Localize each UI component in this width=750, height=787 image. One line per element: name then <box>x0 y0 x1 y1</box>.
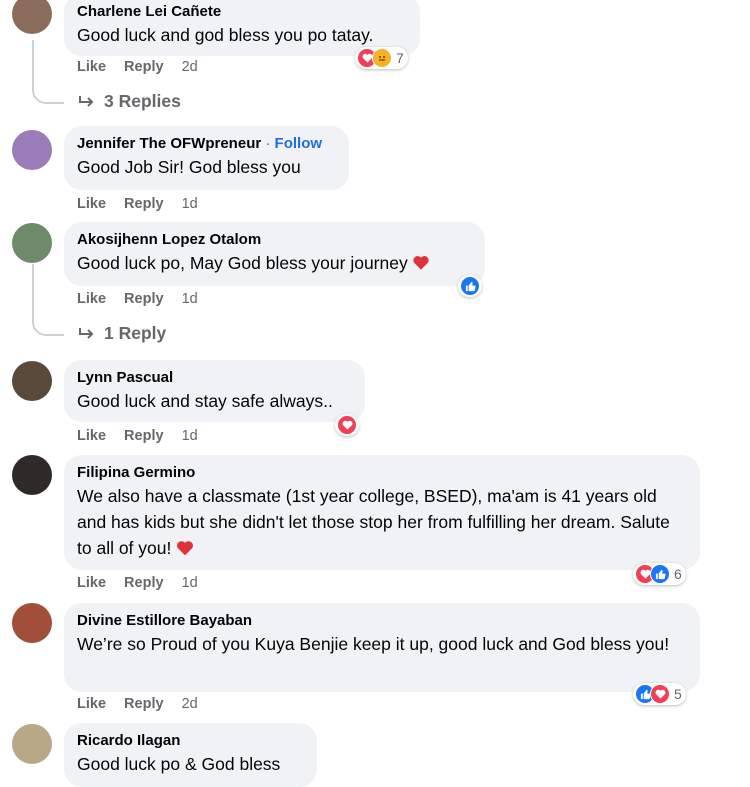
comment-bubble: Filipina Germino We also have a classmat… <box>64 455 700 570</box>
comment-author[interactable]: Filipina Germino <box>77 463 687 483</box>
avatar[interactable] <box>12 603 52 643</box>
comment-text: Good luck and stay safe always.. <box>77 391 333 411</box>
avatar[interactable] <box>12 724 52 764</box>
care-reaction-icon <box>372 48 392 68</box>
comment-actions: Like Reply 2d <box>77 696 212 712</box>
avatar[interactable] <box>12 223 52 263</box>
replies-count: 1 Reply <box>104 323 167 343</box>
comment-time[interactable]: 2d <box>182 696 198 712</box>
like-button[interactable]: Like <box>77 196 106 212</box>
like-button[interactable]: Like <box>77 575 106 591</box>
comment-text: Good luck po & God bless <box>77 754 281 774</box>
reaction-count: 6 <box>674 566 682 582</box>
view-replies-link[interactable]: 3 Replies <box>78 91 181 112</box>
avatar[interactable] <box>12 361 52 401</box>
comment-text: We’re so Proud of you Kuya Benjie keep i… <box>77 634 670 654</box>
reply-arrow-icon <box>79 95 94 107</box>
reply-arrow-icon <box>79 327 94 339</box>
comment-bubble: Jennifer The OFWpreneur · Follow Good Jo… <box>64 126 349 190</box>
comment-actions: Like Reply 1d <box>77 428 212 444</box>
comment-author[interactable]: Charlene Lei Cañete <box>77 2 407 22</box>
thread-line <box>32 264 64 336</box>
comment-actions: Like Reply 1d <box>77 291 212 307</box>
like-button[interactable]: Like <box>77 291 106 307</box>
like-button[interactable]: Like <box>77 428 106 444</box>
comment-time[interactable]: 1d <box>182 428 198 444</box>
reply-button[interactable]: Reply <box>124 428 164 444</box>
comment-author[interactable]: Divine Estillore Bayaban <box>77 611 687 631</box>
comment-text: Good luck and god bless you po tatay. <box>77 25 374 45</box>
comment-text-body: We also have a classmate (1st year colle… <box>77 486 670 558</box>
author-name[interactable]: Jennifer The OFWpreneur <box>77 135 261 152</box>
view-replies-link[interactable]: 1 Reply <box>78 323 166 344</box>
reply-button[interactable]: Reply <box>124 59 164 75</box>
love-reaction-icon <box>650 684 670 704</box>
replies-count: 3 Replies <box>104 91 181 111</box>
comment-bubble: Lynn Pascual Good luck and stay safe alw… <box>64 360 365 422</box>
comment-author: Jennifer The OFWpreneur · Follow <box>77 134 336 154</box>
avatar[interactable] <box>12 0 52 34</box>
comment-text-body: Good luck po, May God bless your journey <box>77 253 408 273</box>
comment-author[interactable]: Lynn Pascual <box>77 368 352 388</box>
avatar[interactable] <box>12 130 52 170</box>
comment-text: Good Job Sir! God bless you <box>77 157 301 177</box>
reply-button[interactable]: Reply <box>124 696 164 712</box>
like-button[interactable]: Like <box>77 696 106 712</box>
comment-time[interactable]: 2d <box>182 59 198 75</box>
comment-time[interactable]: 1d <box>182 575 198 591</box>
comment-time[interactable]: 1d <box>182 196 198 212</box>
comment-author[interactable]: Akosijhenn Lopez Otalom <box>77 230 472 250</box>
like-reaction-icon <box>650 564 670 584</box>
thread-line <box>32 40 64 104</box>
reaction-summary[interactable]: 6 <box>633 563 686 585</box>
comment-text: We also have a classmate (1st year colle… <box>77 483 687 561</box>
avatar[interactable] <box>12 455 52 495</box>
reaction-summary[interactable] <box>458 275 482 297</box>
love-reaction-icon <box>337 415 357 435</box>
comment-actions: Like Reply 2d <box>77 59 212 75</box>
comment-bubble: Akosijhenn Lopez Otalom Good luck po, Ma… <box>64 222 485 286</box>
heart-emoji-icon <box>177 541 194 556</box>
like-button[interactable]: Like <box>77 59 106 75</box>
follow-button[interactable]: Follow <box>275 135 323 152</box>
comment-actions: Like Reply 1d <box>77 575 212 591</box>
comment-bubble: Ricardo Ilagan Good luck po & God bless <box>64 723 317 787</box>
reaction-summary[interactable]: 5 <box>633 683 686 705</box>
heart-emoji-icon <box>413 256 429 270</box>
comment-bubble: Divine Estillore Bayaban We’re so Proud … <box>64 603 700 692</box>
separator-dot: · <box>265 135 271 152</box>
like-reaction-icon <box>460 276 480 296</box>
reaction-count: 7 <box>396 50 404 66</box>
comment-text: Good luck po, May God bless your journey <box>77 250 472 276</box>
reaction-summary[interactable]: 7 <box>355 47 408 69</box>
comment-time[interactable]: 1d <box>182 291 198 307</box>
reply-button[interactable]: Reply <box>124 196 164 212</box>
comment-author[interactable]: Ricardo Ilagan <box>77 731 304 751</box>
reply-button[interactable]: Reply <box>124 291 164 307</box>
reaction-count: 5 <box>674 686 682 702</box>
reply-button[interactable]: Reply <box>124 575 164 591</box>
comment-actions: Like Reply 1d <box>77 196 212 212</box>
reaction-summary[interactable] <box>335 414 359 436</box>
